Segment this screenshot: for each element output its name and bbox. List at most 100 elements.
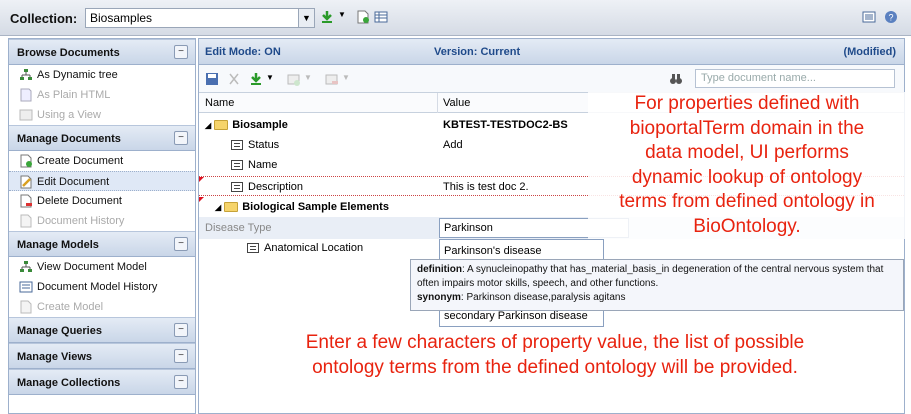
collection-select[interactable]: Biosamples ▼ (85, 8, 315, 28)
section-manage-views[interactable]: Manage Views − (9, 343, 195, 369)
row-name: Biosample (232, 119, 288, 131)
document-search-input[interactable]: Type document name... (695, 69, 895, 88)
sidebar-item-label: Document Model History (37, 281, 158, 293)
collapse-icon[interactable]: − (174, 131, 188, 145)
section-manage-queries[interactable]: Manage Queries − (9, 317, 195, 343)
definition-text: : A synucleinopathy that has_material_ba… (417, 264, 884, 289)
folder-icon (214, 120, 229, 131)
annotation-line: Enter a few characters of property value… (305, 332, 805, 353)
svg-text:?: ? (888, 13, 893, 23)
sidebar-item-label: Document History (37, 215, 125, 227)
section-title: Manage Queries (17, 325, 102, 337)
modified-marker-icon (199, 197, 204, 202)
tree-icon (20, 261, 32, 272)
row-name: Biological Sample Elements (242, 201, 389, 213)
panel-toggle-icon[interactable] (862, 10, 876, 24)
row-name: Anatomical Location (264, 242, 364, 254)
row-name: Description (248, 181, 304, 193)
synonym-text: : Parkinson disease,paralysis agitans (460, 292, 626, 303)
sidebar: Browse Documents − As Dynamic tree As Pl… (8, 38, 196, 414)
section-manage-models[interactable]: Manage Models − (9, 231, 195, 257)
section-title: Manage Documents (17, 133, 121, 145)
section-title: Browse Documents (17, 47, 120, 59)
section-title: Manage Collections (17, 377, 121, 389)
collection-toolbar: Collection: Biosamples ▼ ▼ ? (0, 0, 911, 36)
section-manage-collections[interactable]: Manage Collections − (9, 369, 195, 395)
section-manage-documents[interactable]: Manage Documents − (9, 125, 195, 151)
annotation-line: ontology terms from the defined ontology… (312, 357, 798, 378)
sidebar-item-label: Using a View (37, 109, 101, 121)
sidebar-item-label: Create Document (37, 155, 124, 167)
annotation-bottom: Enter a few characters of property value… (215, 330, 895, 380)
collapse-icon[interactable]: − (174, 45, 188, 59)
row-name: Status (248, 139, 280, 151)
sidebar-item-create-document[interactable]: Create Document (9, 151, 195, 171)
sidebar-item-label: Delete Document (37, 195, 122, 207)
sidebar-item-dynamic-tree[interactable]: As Dynamic tree (9, 65, 195, 85)
sidebar-item-label: Edit Document (37, 176, 110, 188)
chevron-down-icon[interactable]: ▼ (304, 73, 318, 87)
annotation-line: terms from defined ontology in (619, 191, 875, 212)
sidebar-item-using-view[interactable]: Using a View (9, 105, 195, 125)
modified-marker-icon (199, 177, 204, 182)
chevron-down-icon[interactable]: ▼ (266, 73, 280, 87)
annotation-line: data model, UI performs (645, 142, 849, 163)
collection-select-value: Biosamples (90, 11, 153, 25)
column-header-name[interactable]: Name (205, 97, 234, 109)
sidebar-item-view-document-model[interactable]: View Document Model (9, 257, 195, 277)
property-icon (231, 160, 243, 171)
delete-document-icon (20, 194, 32, 208)
version-label: Version: Current (434, 46, 521, 58)
download-icon[interactable] (249, 72, 263, 86)
expand-triangle-icon[interactable]: ◢ (215, 203, 221, 212)
row-value: KBTEST-TESTDOC2-BS (443, 119, 568, 131)
sidebar-item-model-history[interactable]: Document Model History (9, 277, 195, 297)
cut-icon[interactable] (227, 72, 241, 86)
row-name: Name (248, 159, 278, 171)
sidebar-item-edit-document[interactable]: Edit Document (9, 171, 195, 191)
sidebar-item-document-history[interactable]: Document History (9, 211, 195, 231)
remove-property-icon[interactable] (325, 72, 339, 86)
download-menu-chevron-icon[interactable]: ▼ (338, 10, 352, 24)
sidebar-item-label: Create Model (37, 301, 104, 313)
add-property-icon[interactable] (287, 72, 301, 86)
collapse-icon[interactable]: − (174, 349, 188, 363)
row-value: Add (443, 139, 463, 151)
section-browse-documents[interactable]: Browse Documents − (9, 39, 195, 65)
sidebar-item-label: View Document Model (37, 261, 147, 273)
sidebar-item-delete-document[interactable]: Delete Document (9, 191, 195, 211)
html-icon (20, 88, 32, 102)
chevron-down-icon[interactable]: ▼ (298, 9, 314, 27)
modified-label: (Modified) (843, 46, 896, 58)
help-icon[interactable]: ? (884, 10, 898, 24)
collection-label: Collection: (10, 11, 78, 26)
definition-label: definition (417, 264, 462, 275)
sidebar-item-label: As Plain HTML (37, 89, 111, 101)
expand-triangle-icon[interactable]: ◢ (205, 121, 211, 130)
row-name: Disease Type (205, 222, 272, 234)
column-header-value[interactable]: Value (443, 97, 470, 109)
synonym-label: synonym (417, 292, 461, 303)
model-history-icon (19, 281, 33, 293)
sidebar-item-create-model[interactable]: Create Model (9, 297, 195, 317)
collapse-icon[interactable]: − (174, 237, 188, 251)
ontology-term-tooltip: definition: A synucleinopathy that has_m… (410, 259, 904, 311)
annotation-line: For properties defined with (634, 93, 860, 114)
chevron-down-icon[interactable]: ▼ (342, 73, 356, 87)
editor-toolbar: ▼ ▼ ▼ Type document name... (199, 65, 904, 93)
binoculars-icon[interactable] (669, 72, 683, 86)
editor-header: Edit Mode: ON Version: Current (Modified… (199, 39, 904, 65)
annotation-top: For properties defined with bioportalTer… (588, 92, 906, 239)
collapse-icon[interactable]: − (174, 323, 188, 337)
sidebar-item-plain-html[interactable]: As Plain HTML (9, 85, 195, 105)
save-icon[interactable] (205, 72, 219, 86)
new-document-icon[interactable] (356, 10, 370, 24)
tree-icon (20, 69, 32, 80)
annotation-line: bioportalTerm domain in the (629, 117, 865, 139)
table-view-icon[interactable] (374, 10, 388, 24)
sidebar-item-label: As Dynamic tree (37, 69, 118, 81)
download-icon[interactable] (320, 10, 334, 24)
edit-document-icon (20, 175, 32, 189)
history-icon (20, 214, 32, 228)
collapse-icon[interactable]: − (174, 375, 188, 389)
